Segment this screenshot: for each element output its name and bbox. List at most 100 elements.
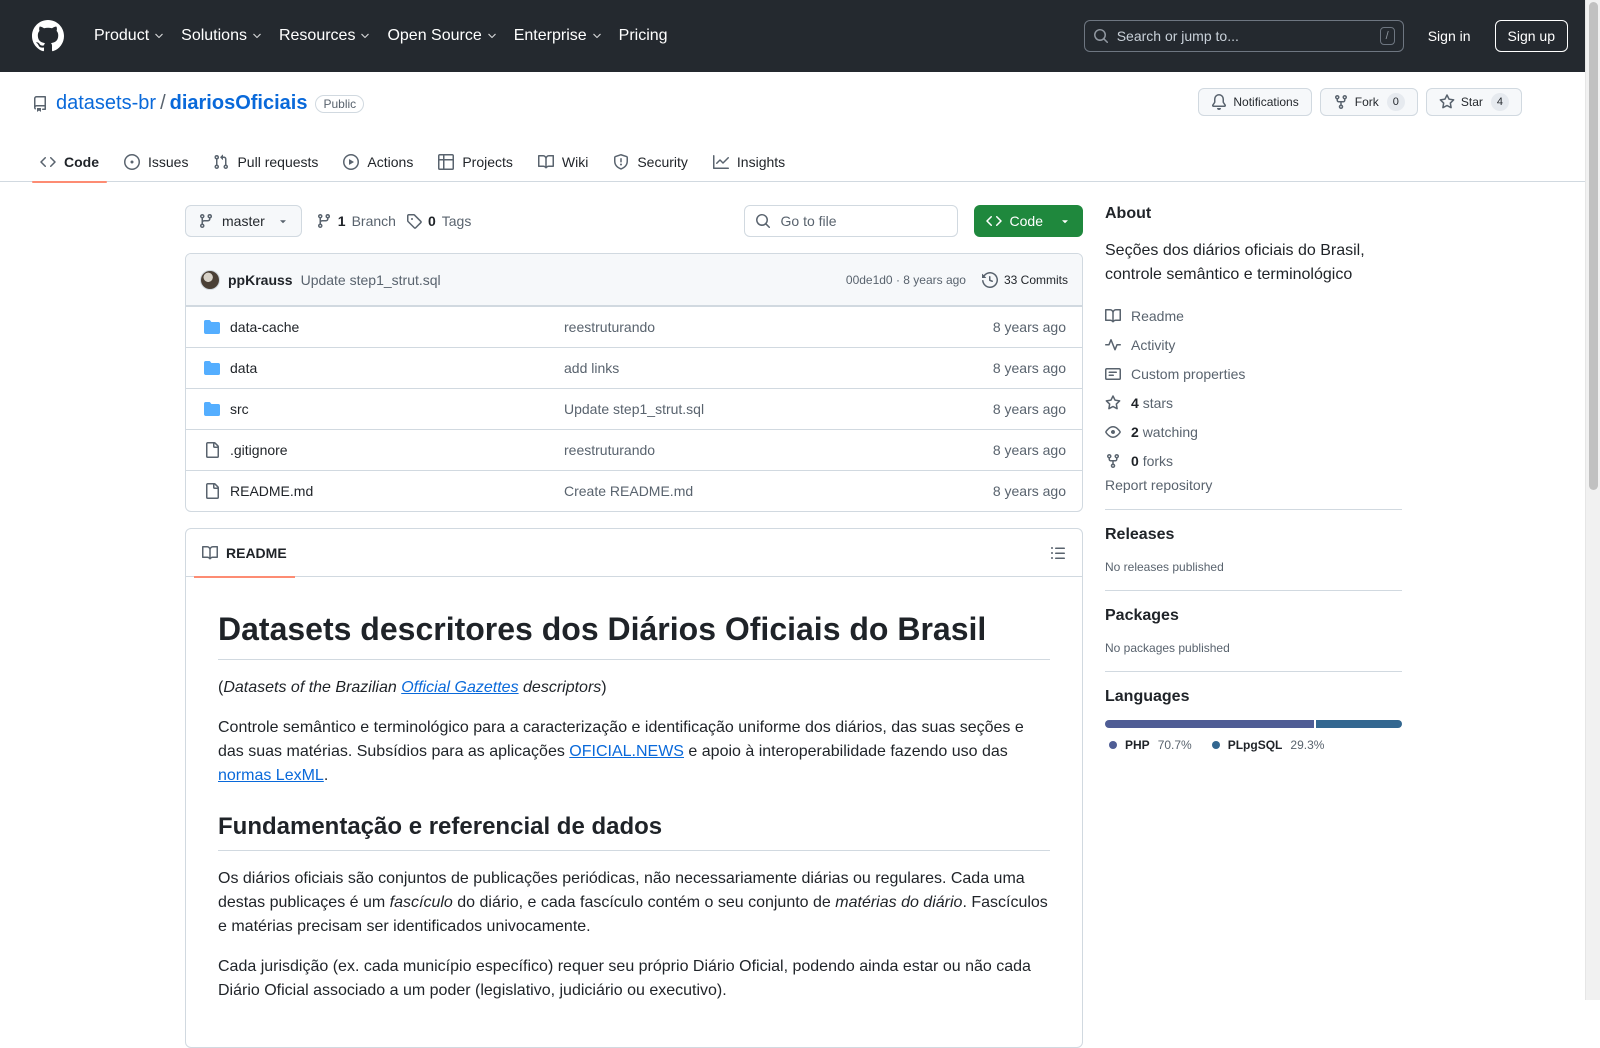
fork-count: 0 <box>1386 93 1405 111</box>
file-commit-message[interactable]: Update step1_strut.sql <box>564 401 993 417</box>
file-commit-message[interactable]: add links <box>564 360 993 376</box>
file-name-link[interactable]: .gitignore <box>230 442 564 458</box>
language-color-dot <box>1211 741 1220 749</box>
nav-product-label: Product <box>94 27 150 44</box>
watching-link[interactable]: 2 watching <box>1105 417 1402 446</box>
file-row[interactable]: src Update step1_strut.sql 8 years ago <box>186 388 1082 429</box>
releases-title[interactable]: Releases <box>1105 526 1402 544</box>
report-repository-link[interactable]: Report repository <box>1105 477 1402 493</box>
notifications-button[interactable]: Notifications <box>1198 88 1312 116</box>
readme-text: do diário, e cada fascículo contém o seu… <box>452 894 836 911</box>
global-search-input[interactable]: Search or jump to... / <box>1083 20 1404 52</box>
nav-product[interactable]: Product <box>86 18 173 54</box>
file-commit-message[interactable]: Create README.md <box>564 483 993 499</box>
divider <box>1105 590 1402 591</box>
nav-pricing-label: Pricing <box>618 27 668 44</box>
normas-lexml-link[interactable]: normas LexML <box>218 767 324 784</box>
forks-link[interactable]: 0 forks <box>1105 446 1402 475</box>
official-gazettes-link[interactable]: Official Gazettes <box>401 679 518 696</box>
tab-code[interactable]: Code <box>32 142 107 183</box>
scrollbar-thumb[interactable] <box>1589 2 1598 490</box>
branch-icon <box>199 214 212 229</box>
packages-title[interactable]: Packages <box>1105 607 1402 625</box>
branches-link[interactable]: 1 Branch <box>316 213 396 229</box>
tab-insights-label: Insights <box>736 154 786 170</box>
tab-projects[interactable]: Projects <box>430 142 521 182</box>
language-item[interactable]: PHP 70.7% <box>1109 738 1192 752</box>
readme-text: e apoio à interoperabilidade fazendo uso… <box>683 743 1008 760</box>
file-name-link[interactable]: src <box>230 401 564 417</box>
file-row[interactable]: data-cache reestruturando 8 years ago <box>186 306 1082 347</box>
releases-empty-text: No releases published <box>1105 560 1224 574</box>
language-item[interactable]: PLpgSQL 29.3% <box>1211 738 1324 752</box>
tag-count-label: Tags <box>441 213 472 229</box>
readme-paragraph: (Datasets of the Brazilian Official Gaze… <box>218 676 1050 700</box>
tags-link[interactable]: 0 Tags <box>406 213 471 229</box>
code-dropdown-button[interactable]: Code <box>973 205 1083 237</box>
file-name-link[interactable]: data <box>230 360 564 376</box>
languages-bar <box>1105 720 1402 728</box>
custom-properties-link[interactable]: Custom properties <box>1105 359 1402 388</box>
activity-link[interactable]: Activity <box>1105 330 1402 359</box>
commit-sha-age[interactable]: 00de1d0 · 8 years ago <box>846 273 966 287</box>
tab-wiki[interactable]: Wiki <box>530 142 596 182</box>
eye-icon <box>1105 425 1121 438</box>
commits-history-link[interactable]: 33 Commits <box>981 271 1068 288</box>
nav-resources-label: Resources <box>278 27 356 44</box>
github-logo-icon[interactable] <box>32 20 64 52</box>
nav-open-source-label: Open Source <box>387 27 482 44</box>
repo-owner-link[interactable]: datasets-br <box>56 92 156 115</box>
file-row[interactable]: .gitignore reestruturando 8 years ago <box>186 429 1082 470</box>
nav-solutions[interactable]: Solutions <box>173 18 271 54</box>
languages-legend: PHP 70.7% PLpgSQL 29.3% <box>1105 738 1402 752</box>
page-scrollbar[interactable] <box>1585 0 1600 1000</box>
file-row[interactable]: README.md Create README.md 8 years ago <box>186 470 1082 511</box>
paren-close: ) <box>601 679 607 696</box>
repo-name-link[interactable]: diariosOficiais <box>170 92 308 115</box>
list-unordered-icon[interactable] <box>1050 545 1066 561</box>
file-name-link[interactable]: data-cache <box>230 319 564 335</box>
file-name-link[interactable]: README.md <box>230 483 564 499</box>
file-commit-message[interactable]: reestruturando <box>564 319 993 335</box>
code-button-label: Code <box>1009 213 1043 229</box>
stars-label: stars <box>1142 394 1174 411</box>
file-row[interactable]: data add links 8 years ago <box>186 347 1082 388</box>
sign-up-button[interactable]: Sign up <box>1494 20 1568 52</box>
note-icon <box>1105 367 1121 380</box>
divider <box>1105 509 1402 510</box>
tab-security[interactable]: Security <box>605 142 696 182</box>
nav-enterprise[interactable]: Enterprise <box>506 18 611 54</box>
file-age: 8 years ago <box>992 483 1066 499</box>
search-placeholder: Search or jump to... <box>1116 28 1239 44</box>
latest-commit-bar: ppKrauss Update step1_strut.sql 00de1d0 … <box>186 254 1082 306</box>
readme-link[interactable]: Readme <box>1105 301 1402 330</box>
readme-em-text: fascículo <box>389 894 453 911</box>
file-icon <box>206 442 219 458</box>
commit-message-link[interactable]: Update step1_strut.sql <box>301 272 441 288</box>
tab-actions[interactable]: Actions <box>335 142 421 182</box>
sign-in-link[interactable]: Sign in <box>1428 28 1471 44</box>
visibility-badge: Public <box>315 94 365 113</box>
fork-button[interactable]: Fork 0 <box>1319 88 1418 116</box>
tab-pull-requests-label: Pull requests <box>237 154 319 170</box>
nav-open-source[interactable]: Open Source <box>379 18 505 54</box>
readme-tab[interactable]: README <box>194 529 295 578</box>
file-commit-message[interactable]: reestruturando <box>564 442 993 458</box>
star-button[interactable]: Star 4 <box>1425 88 1522 116</box>
oficial-news-link[interactable]: OFICIAL.NEWS <box>569 743 684 760</box>
nav-resources[interactable]: Resources <box>271 18 379 54</box>
file-age: 8 years ago <box>992 401 1066 417</box>
repo-path-separator: / <box>160 92 166 114</box>
avatar[interactable] <box>200 269 220 290</box>
tab-issues[interactable]: Issues <box>116 142 196 182</box>
stars-link[interactable]: 4 stars <box>1105 388 1402 417</box>
nav-pricing[interactable]: Pricing <box>611 18 676 54</box>
tab-pull-requests[interactable]: Pull requests <box>205 142 326 182</box>
branch-selector[interactable]: master <box>185 205 302 237</box>
tab-insights[interactable]: Insights <box>705 142 793 182</box>
go-to-file-input[interactable]: Go to file <box>743 205 958 237</box>
commit-author-link[interactable]: ppKrauss <box>228 272 293 288</box>
graph-icon <box>712 155 729 169</box>
pulse-icon <box>1105 338 1121 350</box>
custom-properties-label: Custom properties <box>1131 365 1246 382</box>
